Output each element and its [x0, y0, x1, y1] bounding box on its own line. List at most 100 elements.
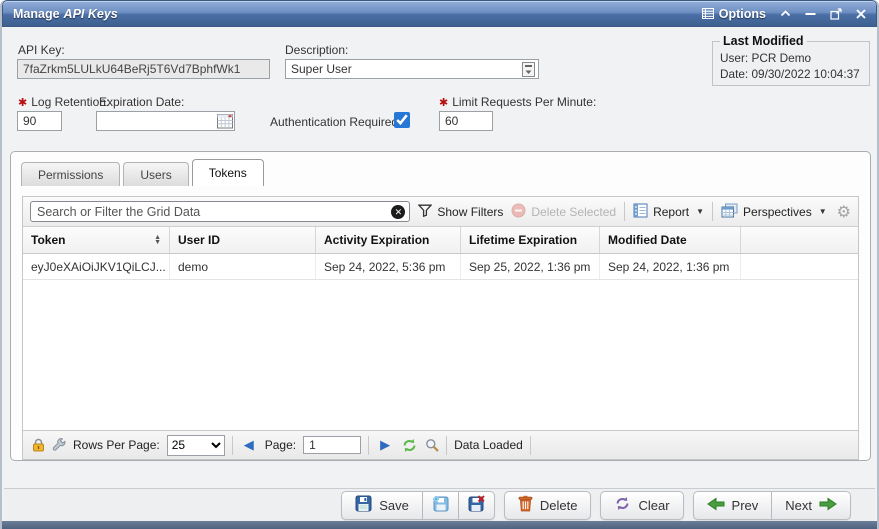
column-header-lifetime-expiration[interactable]: Lifetime Expiration: [461, 227, 600, 253]
page-number-input[interactable]: [303, 436, 361, 454]
tab-tokens[interactable]: Tokens: [192, 159, 264, 186]
minimize-icon[interactable]: [805, 12, 816, 16]
wrench-icon[interactable]: [52, 438, 66, 452]
grid-body: eyJ0eXAiOiJKV1QiLCJ... demo Sep 24, 2022…: [23, 254, 858, 430]
save-button-group: Save: [341, 491, 495, 520]
collapse-icon[interactable]: [780, 10, 791, 17]
gear-icon[interactable]: ⚙: [837, 202, 851, 222]
grid-header-row: Token ▲▼ User ID Activity Expiration Lif…: [23, 227, 858, 254]
manage-api-keys-window: ManageAPI Keys Options API: [0, 0, 879, 529]
log-retention-label: ✱Log Retention:: [18, 95, 109, 109]
toolbar-separator: [624, 202, 625, 221]
tokens-grid: ✕ Show Filters Delete Selected: [22, 196, 859, 460]
funnel-icon: [418, 204, 432, 220]
dialog-body: API Key: Description: Last Modified User…: [4, 27, 875, 488]
save-floppy-icon: [355, 495, 372, 515]
rows-per-page-label: Rows Per Page:: [73, 438, 160, 452]
cell-lifetime-expiration: Sep 25, 2022, 1:36 pm: [461, 254, 600, 279]
save-new-floppy-icon: [432, 495, 449, 515]
save-new-button[interactable]: [423, 491, 459, 520]
limit-requests-field[interactable]: [439, 111, 493, 131]
cell-activity-expiration: Sep 24, 2022, 5:36 pm: [316, 254, 461, 279]
description-field[interactable]: [285, 59, 539, 79]
next-page-icon[interactable]: ▶: [376, 437, 394, 453]
titlebar: ManageAPI Keys Options: [2, 0, 877, 27]
column-header-activity-expiration[interactable]: Activity Expiration: [316, 227, 461, 253]
authentication-required-label: Authentication Required:: [270, 115, 401, 129]
tab-users[interactable]: Users: [123, 162, 188, 186]
expiration-date-field[interactable]: [96, 111, 235, 131]
popout-icon[interactable]: [830, 8, 842, 20]
chevron-down-icon: ▼: [819, 207, 827, 216]
save-button[interactable]: Save: [341, 491, 423, 520]
grid-footer: Rows Per Page: 25 ◀ Page: ▶: [23, 430, 858, 459]
next-button[interactable]: Next: [772, 491, 851, 520]
arrow-right-icon: [819, 497, 837, 514]
rows-per-page-select[interactable]: 25: [167, 435, 225, 456]
refresh-icon[interactable]: [401, 438, 418, 453]
last-modified-date: Date: 09/30/2022 10:04:37: [720, 66, 862, 82]
page-label: Page:: [265, 438, 296, 452]
toolbar-separator: [712, 202, 713, 221]
cell-user-id: demo: [170, 254, 316, 279]
report-icon: [633, 203, 648, 221]
clear-arrows-icon: [614, 496, 631, 514]
tab-strip: Permissions Users Tokens: [11, 152, 870, 186]
footer-separator: [530, 436, 531, 455]
last-modified-box: Last Modified User: PCR Demo Date: 09/30…: [712, 34, 870, 86]
show-filters-button[interactable]: Show Filters: [418, 204, 503, 220]
window-bottom-edge: [2, 521, 877, 529]
last-modified-legend: Last Modified: [720, 34, 807, 48]
expiration-date-label: Expiration Date:: [99, 95, 184, 109]
delete-selected-button[interactable]: Delete Selected: [511, 203, 616, 221]
tab-panel: Permissions Users Tokens ✕ Show Filters: [10, 151, 871, 461]
close-icon[interactable]: [856, 9, 866, 19]
window-title: ManageAPI Keys: [13, 7, 118, 21]
grid-search-input[interactable]: [30, 201, 410, 222]
report-button[interactable]: Report ▼: [633, 203, 704, 221]
calendar-icon[interactable]: [217, 113, 233, 132]
save-close-button[interactable]: [459, 491, 495, 520]
last-modified-user: User: PCR Demo: [720, 50, 862, 66]
cell-empty: [741, 254, 858, 279]
limit-requests-label: ✱Limit Requests Per Minute:: [439, 95, 596, 109]
description-field-wrap: [285, 59, 539, 79]
column-header-empty: [741, 227, 858, 253]
authentication-required-checkbox[interactable]: [394, 112, 410, 128]
column-header-token[interactable]: Token ▲▼: [23, 227, 170, 253]
footer-separator: [232, 436, 233, 455]
input-expander-icon[interactable]: [522, 62, 535, 80]
clear-button[interactable]: Clear: [600, 491, 683, 520]
api-key-field[interactable]: [17, 59, 270, 79]
delete-button[interactable]: Delete: [504, 491, 592, 520]
magnifier-icon[interactable]: [425, 438, 439, 452]
table-row[interactable]: eyJ0eXAiOiJKV1QiLCJ... demo Sep 24, 2022…: [23, 254, 858, 280]
options-grid-icon: [702, 8, 714, 19]
circle-minus-icon: [511, 203, 526, 221]
prev-page-icon[interactable]: ◀: [240, 437, 258, 453]
chevron-down-icon: ▼: [696, 207, 704, 216]
perspectives-button[interactable]: Perspectives ▼: [721, 203, 827, 221]
perspectives-icon: [721, 203, 738, 221]
expiration-date-wrap: [96, 111, 235, 131]
sort-icon[interactable]: ▲▼: [154, 235, 161, 245]
grid-search-wrap: ✕: [30, 201, 410, 222]
prev-next-group: Prev Next: [693, 491, 851, 520]
cell-modified-date: Sep 24, 2022, 1:36 pm: [600, 254, 741, 279]
lock-icon[interactable]: [32, 438, 45, 452]
grid-toolbar: ✕ Show Filters Delete Selected: [23, 197, 858, 227]
tab-permissions[interactable]: Permissions: [21, 162, 120, 186]
status-text: Data Loaded: [454, 438, 523, 452]
footer-separator: [368, 436, 369, 455]
options-button[interactable]: Options: [702, 7, 766, 21]
log-retention-field[interactable]: [17, 111, 62, 131]
column-header-modified-date[interactable]: Modified Date: [600, 227, 741, 253]
trash-icon: [518, 495, 533, 515]
arrow-left-icon: [707, 497, 725, 514]
save-close-floppy-icon: [468, 495, 485, 515]
required-marker: ✱: [439, 97, 448, 109]
prev-button[interactable]: Prev: [693, 491, 773, 520]
column-header-user-id[interactable]: User ID: [170, 227, 316, 253]
required-marker: ✱: [18, 97, 27, 109]
footer-separator: [446, 436, 447, 455]
